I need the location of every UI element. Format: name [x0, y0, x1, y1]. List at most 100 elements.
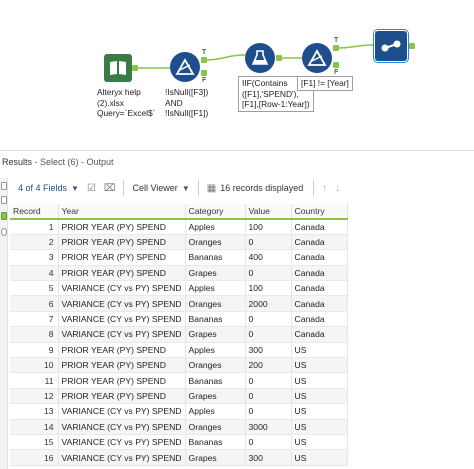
cell-country[interactable]: Canada: [291, 234, 348, 251]
cell-country[interactable]: Canada: [291, 265, 348, 282]
cell-value[interactable]: 2000: [245, 295, 292, 312]
arrow-down-icon[interactable]: ↓: [331, 183, 344, 194]
browse-output-anchor[interactable]: [409, 43, 415, 49]
column-header-year[interactable]: Year: [58, 204, 186, 220]
filter-tool-2[interactable]: [302, 43, 332, 73]
formula-output-anchor[interactable]: [276, 55, 282, 61]
data-view-icon[interactable]: [1, 212, 7, 220]
cell-country[interactable]: Canada: [291, 326, 348, 343]
cell-country[interactable]: US: [291, 342, 348, 359]
cell-record[interactable]: 9: [10, 342, 59, 359]
table-row[interactable]: 9 PRIOR YEAR (PY) SPEND Apples 300 US: [10, 342, 348, 359]
cell-country[interactable]: US: [291, 419, 348, 435]
cell-record[interactable]: 3: [10, 249, 59, 266]
cell-category[interactable]: Bananas: [185, 372, 246, 389]
cell-category[interactable]: Apples: [185, 219, 246, 235]
cell-category[interactable]: Apples: [185, 403, 246, 420]
table-row[interactable]: 5 VARIANCE (CY vs PY) SPEND Apples 100 Canad…: [10, 280, 348, 297]
cell-category[interactable]: Oranges: [185, 234, 246, 251]
cell-category[interactable]: Bananas: [185, 311, 246, 328]
cell-year[interactable]: PRIOR YEAR (PY) SPEND: [58, 388, 186, 405]
cell-record[interactable]: 6: [10, 295, 59, 312]
table-row[interactable]: 14 VARIANCE (CY vs PY) SPEND Oranges 3000 US: [10, 419, 348, 435]
cell-value[interactable]: 0: [245, 234, 292, 251]
filter1-true-anchor[interactable]: [201, 57, 207, 63]
input-output-anchor[interactable]: [132, 65, 138, 71]
cell-value[interactable]: 0: [245, 311, 292, 328]
cell-record[interactable]: 12: [10, 388, 59, 405]
cell-category[interactable]: Apples: [185, 280, 246, 297]
table-row[interactable]: 3 PRIOR YEAR (PY) SPEND Bananas 400 Canada: [10, 249, 348, 266]
cell-value[interactable]: 400: [245, 249, 292, 266]
table-row[interactable]: 1 PRIOR YEAR (PY) SPEND Apples 100 Canada: [10, 219, 348, 235]
filter1-false-anchor[interactable]: [201, 70, 207, 76]
arrow-up-icon[interactable]: ↑: [318, 183, 331, 194]
cell-year[interactable]: VARIANCE (CY vs PY) SPEND: [58, 326, 186, 343]
cell-record[interactable]: 13: [10, 403, 59, 420]
browse-tool[interactable]: [373, 29, 409, 63]
cell-country[interactable]: Canada: [291, 280, 348, 297]
cell-year[interactable]: PRIOR YEAR (PY) SPEND: [58, 372, 186, 389]
cell-year[interactable]: VARIANCE (CY vs PY) SPEND: [58, 449, 186, 466]
column-header-value[interactable]: Value: [245, 204, 292, 220]
cell-category[interactable]: Oranges: [185, 357, 246, 374]
cell-year[interactable]: PRIOR YEAR (PY) SPEND: [58, 249, 186, 266]
table-row[interactable]: 13 VARIANCE (CY vs PY) SPEND Apples 0 US: [10, 403, 348, 420]
fields-selector[interactable]: 4 of 4 Fields ▼: [10, 178, 83, 198]
cell-value[interactable]: 200: [245, 357, 292, 374]
table-row[interactable]: 12 PRIOR YEAR (PY) SPEND Grapes 0 US: [10, 388, 348, 405]
cell-value[interactable]: 100: [245, 280, 292, 297]
close-box-icon[interactable]: ⌧: [100, 183, 120, 194]
cell-value[interactable]: 0: [245, 434, 292, 451]
formula-tool[interactable]: [245, 43, 275, 73]
cell-year[interactable]: VARIANCE (CY vs PY) SPEND: [58, 311, 186, 328]
cell-value[interactable]: 300: [245, 342, 292, 359]
column-header-record[interactable]: Record: [10, 204, 59, 220]
cell-year[interactable]: PRIOR YEAR (PY) SPEND: [58, 234, 186, 251]
cell-country[interactable]: Canada: [291, 219, 348, 235]
cell-category[interactable]: Grapes: [185, 388, 246, 405]
cell-year[interactable]: VARIANCE (CY vs PY) SPEND: [58, 295, 186, 312]
cell-viewer-selector[interactable]: Cell Viewer ▼: [128, 178, 193, 198]
cell-value[interactable]: 0: [245, 265, 292, 282]
cell-country[interactable]: US: [291, 434, 348, 451]
filter2-false-anchor[interactable]: [333, 62, 339, 68]
cell-value[interactable]: 0: [245, 326, 292, 343]
cell-country[interactable]: US: [291, 357, 348, 374]
cell-year[interactable]: PRIOR YEAR (PY) SPEND: [58, 219, 186, 235]
table-row[interactable]: 11 PRIOR YEAR (PY) SPEND Bananas 0 US: [10, 372, 348, 389]
cell-year[interactable]: PRIOR YEAR (PY) SPEND: [58, 265, 186, 282]
cell-record[interactable]: 8: [10, 326, 59, 343]
cell-country[interactable]: US: [291, 388, 348, 405]
cell-record[interactable]: 4: [10, 265, 59, 282]
cell-record[interactable]: 10: [10, 357, 59, 374]
table-row[interactable]: 8 VARIANCE (CY vs PY) SPEND Grapes 0 Canada: [10, 326, 348, 343]
cell-record[interactable]: 15: [10, 434, 59, 451]
cell-value[interactable]: 100: [245, 219, 292, 235]
cell-category[interactable]: Grapes: [185, 326, 246, 343]
check-icon[interactable]: ☑: [83, 183, 100, 194]
cell-category[interactable]: Apples: [185, 342, 246, 359]
table-row[interactable]: 7 VARIANCE (CY vs PY) SPEND Bananas 0 Canada: [10, 311, 348, 328]
table-row[interactable]: 4 PRIOR YEAR (PY) SPEND Grapes 0 Canada: [10, 265, 348, 282]
cell-value[interactable]: 0: [245, 388, 292, 405]
cell-value[interactable]: 3000: [245, 419, 292, 435]
cell-record[interactable]: 16: [10, 449, 59, 466]
cell-year[interactable]: PRIOR YEAR (PY) SPEND: [58, 342, 186, 359]
cell-record[interactable]: 11: [10, 372, 59, 389]
cell-category[interactable]: Oranges: [185, 295, 246, 312]
cell-country[interactable]: US: [291, 449, 348, 466]
cell-year[interactable]: PRIOR YEAR (PY) SPEND: [58, 357, 186, 374]
table-row[interactable]: 10 PRIOR YEAR (PY) SPEND Oranges 200 US: [10, 357, 348, 374]
column-header-country[interactable]: Country: [291, 204, 348, 220]
cell-country[interactable]: Canada: [291, 295, 348, 312]
table-row[interactable]: 15 VARIANCE (CY vs PY) SPEND Bananas 0 US: [10, 434, 348, 451]
cell-country[interactable]: US: [291, 403, 348, 420]
cell-category[interactable]: Bananas: [185, 249, 246, 266]
cell-value[interactable]: 0: [245, 372, 292, 389]
cell-year[interactable]: VARIANCE (CY vs PY) SPEND: [58, 403, 186, 420]
cell-year[interactable]: VARIANCE (CY vs PY) SPEND: [58, 280, 186, 297]
cell-record[interactable]: 5: [10, 280, 59, 297]
metadata-view-icon[interactable]: [1, 196, 7, 204]
cell-year[interactable]: VARIANCE (CY vs PY) SPEND: [58, 434, 186, 451]
